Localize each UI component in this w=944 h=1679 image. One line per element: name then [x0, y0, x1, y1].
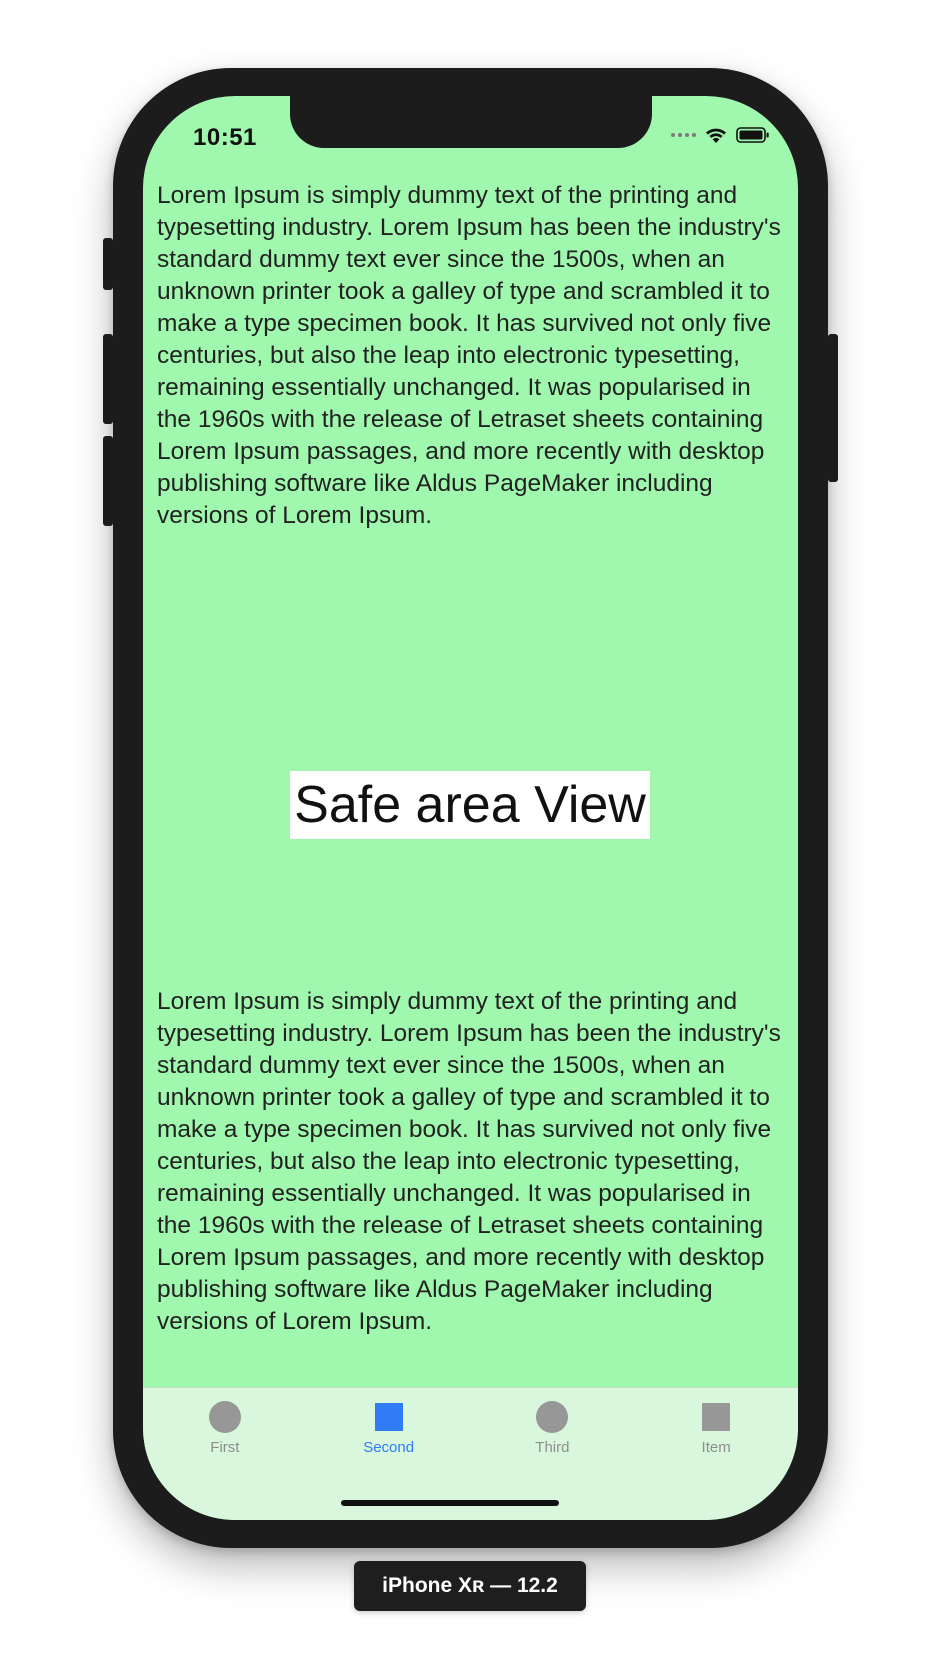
- battery-icon: [736, 127, 769, 143]
- tab-label: Second: [363, 1439, 415, 1456]
- device-label: iPhone Xʀ — 12.2: [354, 1561, 586, 1611]
- safe-area-label: Safe area View: [290, 771, 650, 839]
- tab-first[interactable]: First: [143, 1388, 307, 1520]
- power-button: [828, 334, 838, 482]
- camera-notch: [290, 96, 652, 148]
- bottom-paragraph: Lorem Ipsum is simply dummy text of the …: [157, 988, 781, 1335]
- square-icon: [374, 1403, 403, 1431]
- wifi-icon: [706, 128, 726, 143]
- status-time: 10:51: [193, 124, 257, 151]
- home-indicator[interactable]: [341, 1500, 559, 1506]
- iphone-device-frame: 10:51 Lorem Ipsum is simply dummy text o…: [103, 68, 838, 1548]
- tab-item[interactable]: Item: [634, 1388, 798, 1520]
- square-icon: [702, 1403, 731, 1431]
- top-paragraph: Lorem Ipsum is simply dummy text of the …: [157, 182, 781, 529]
- signal-dots-icon: [671, 133, 696, 137]
- tab-label: Third: [535, 1439, 570, 1456]
- device-screen: 10:51 Lorem Ipsum is simply dummy text o…: [143, 96, 798, 1520]
- circle-icon: [536, 1401, 569, 1433]
- volume-down-button: [103, 436, 113, 526]
- mute-switch: [103, 238, 113, 290]
- status-icons: [671, 126, 770, 144]
- circle-icon: [208, 1401, 241, 1433]
- tab-label: First: [210, 1439, 240, 1456]
- tab-label: Item: [701, 1439, 731, 1456]
- volume-up-button: [103, 334, 113, 424]
